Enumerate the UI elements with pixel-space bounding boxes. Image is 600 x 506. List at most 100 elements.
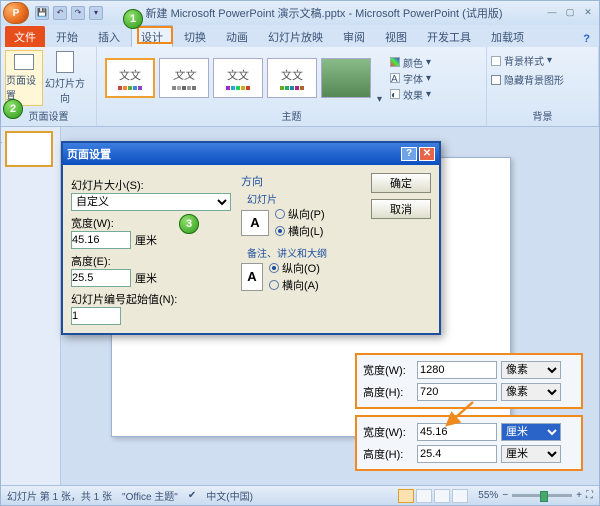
close-icon[interactable]: ✕ [581, 7, 595, 19]
tab-transition[interactable]: 切换 [175, 26, 215, 47]
orientation-icon [56, 51, 74, 73]
status-slide: 幻灯片 第 1 张，共 1 张 [7, 488, 112, 503]
slide-size-select[interactable]: 自定义 [71, 193, 231, 211]
effects-label: 效果 [403, 87, 423, 102]
notes-portrait-radio[interactable]: 纵向(O) [269, 260, 320, 276]
theme-thumb-5[interactable] [321, 58, 371, 98]
theme-text: 文文 [281, 67, 303, 83]
redo-icon[interactable]: ↷ [71, 6, 85, 20]
status-theme: "Office 主题" [122, 488, 178, 503]
bg-styles-button[interactable]: 背景样式▾ [491, 53, 552, 68]
effects-button[interactable]: ◐效果▾ [390, 87, 431, 102]
px-width-input[interactable] [417, 361, 497, 379]
bg-styles-icon [491, 56, 501, 66]
tab-review[interactable]: 审阅 [334, 26, 374, 47]
notes-landscape-radio[interactable]: 横向(A) [269, 277, 320, 293]
colors-label: 颜色 [403, 55, 423, 70]
bg-styles-label: 背景样式 [504, 53, 544, 68]
zoom-in-icon[interactable]: + [576, 490, 582, 501]
height-label: 高度(E): [71, 253, 231, 269]
undo-icon[interactable]: ↶ [53, 6, 67, 20]
cm-height-unit-select[interactable]: 厘米 [501, 445, 561, 463]
tab-file[interactable]: 文件 [5, 26, 45, 47]
theme-thumb-4[interactable]: 文文 [267, 58, 317, 98]
hide-bg-label: 隐藏背景图形 [504, 72, 564, 87]
callout-number-3: 3 [179, 214, 199, 234]
fit-window-icon[interactable]: ⛶ [586, 490, 593, 501]
thumb-number: 1 [0, 135, 2, 145]
px-width-label: 宽度(W): [363, 362, 413, 378]
window-buttons: — ▢ ✕ [545, 7, 595, 19]
cancel-button[interactable]: 取消 [371, 199, 431, 219]
status-language[interactable]: 中文(中国) [206, 488, 253, 503]
page-setup-button[interactable]: 页面设置 [5, 50, 43, 106]
zoom-slider[interactable] [512, 494, 572, 497]
reading-view-icon[interactable] [434, 489, 450, 503]
height-input[interactable] [71, 269, 131, 287]
tab-design[interactable]: 设计 [131, 25, 173, 47]
theme-more-icon[interactable]: ▾ [375, 92, 384, 107]
effects-icon: ◐ [390, 89, 400, 99]
slides-landscape-label: 横向(L) [288, 223, 323, 239]
tab-slideshow[interactable]: 幻灯片放映 [259, 26, 332, 47]
width-input[interactable] [71, 231, 131, 249]
cm-height-input[interactable] [417, 445, 497, 463]
minimize-icon[interactable]: — [545, 7, 559, 19]
slides-landscape-radio[interactable]: 横向(L) [275, 223, 325, 239]
cm-height-label: 高度(H): [363, 446, 413, 462]
save-icon[interactable]: 💾 [35, 6, 49, 20]
width-unit: 厘米 [135, 232, 157, 248]
callout-number-2: 2 [3, 99, 23, 119]
slides-subheading: 幻灯片 [247, 191, 361, 206]
cm-width-label: 宽度(W): [363, 424, 413, 440]
px-height-unit-select[interactable]: 像素 [501, 383, 561, 401]
zoom-control: 55% − + ⛶ [478, 490, 593, 501]
slides-portrait-label: 纵向(P) [288, 206, 325, 222]
window-title: 新建 Microsoft PowerPoint 演示文稿.pptx - Micr… [103, 5, 545, 21]
number-from-label: 幻灯片编号起始值(N): [71, 291, 231, 307]
theme-text: 文文 [173, 67, 195, 83]
hide-bg-checkbox[interactable]: 隐藏背景图形 [491, 72, 564, 87]
zoom-percent[interactable]: 55% [478, 490, 498, 501]
slides-portrait-radio[interactable]: 纵向(P) [275, 206, 325, 222]
notes-orient-icon: A [241, 263, 263, 291]
colors-button[interactable]: 颜色▾ [390, 55, 431, 70]
sorter-view-icon[interactable] [416, 489, 432, 503]
orientation-label: 幻灯片方向 [45, 75, 85, 105]
notes-landscape-label: 横向(A) [282, 277, 319, 293]
slide-thumbnail-1[interactable]: 1 [5, 131, 53, 167]
tab-home[interactable]: 开始 [47, 26, 87, 47]
ribbon: 页面设置 幻灯片方向 页面设置 文文 文文 文文 文文 ▾ 颜色▾ A字体▾ [1, 47, 599, 127]
tab-view[interactable]: 视图 [376, 26, 416, 47]
px-height-label: 高度(H): [363, 384, 413, 400]
px-width-unit-select[interactable]: 像素 [501, 361, 561, 379]
spellcheck-icon[interactable]: ✔ [188, 490, 196, 501]
theme-thumb-1[interactable]: 文文 [105, 58, 155, 98]
tab-animation[interactable]: 动画 [217, 26, 257, 47]
theme-thumb-2[interactable]: 文文 [159, 58, 209, 98]
ok-button[interactable]: 确定 [371, 173, 431, 193]
slide-orientation-button[interactable]: 幻灯片方向 [45, 50, 85, 106]
checkbox-icon [491, 75, 501, 85]
normal-view-icon[interactable] [398, 489, 414, 503]
fonts-icon: A [390, 73, 400, 83]
fonts-button[interactable]: A字体▾ [390, 71, 431, 86]
dialog-help-icon[interactable]: ? [401, 147, 417, 161]
zoom-out-icon[interactable]: − [502, 490, 508, 501]
slideshow-view-icon[interactable] [452, 489, 468, 503]
office-orb-button[interactable]: P [3, 2, 29, 24]
tab-insert[interactable]: 插入 [89, 26, 129, 47]
tab-addins[interactable]: 加载项 [482, 26, 533, 47]
page-setup-dialog: 页面设置 ? ✕ 幻灯片大小(S): 自定义 宽度(W): 厘米 高度(E): … [61, 141, 441, 335]
restore-icon[interactable]: ▢ [563, 7, 577, 19]
slide-size-label: 幻灯片大小(S): [71, 177, 231, 193]
theme-thumb-3[interactable]: 文文 [213, 58, 263, 98]
tab-developer[interactable]: 开发工具 [418, 26, 480, 47]
dialog-close-icon[interactable]: ✕ [419, 147, 435, 161]
titlebar: P 💾 ↶ ↷ ▾ 新建 Microsoft PowerPoint 演示文稿.p… [1, 1, 599, 25]
help-icon[interactable]: ? [574, 30, 599, 47]
number-from-input[interactable] [71, 307, 121, 325]
cm-width-unit-select[interactable]: 厘米 [501, 423, 561, 441]
dialog-titlebar: 页面设置 ? ✕ [63, 143, 439, 165]
qat-more-icon[interactable]: ▾ [89, 6, 103, 20]
